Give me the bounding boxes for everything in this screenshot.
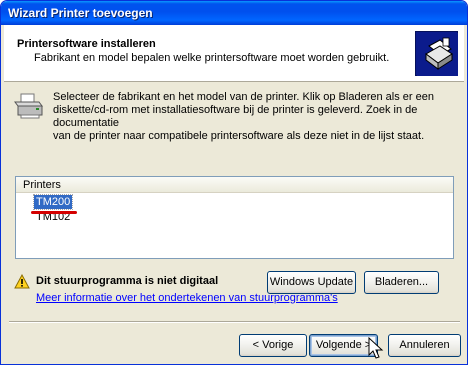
window-title: Wizard Printer toevoegen: [8, 6, 153, 20]
red-annotation-underline: [31, 211, 77, 214]
footer-divider: [9, 321, 460, 323]
windows-update-button[interactable]: Windows Update: [267, 271, 356, 294]
header-subtitle: Fabrikant en model bepalen welke printer…: [34, 52, 390, 64]
browse-button[interactable]: Bladeren...: [364, 271, 439, 294]
printers-list-header[interactable]: Printers: [16, 177, 453, 193]
back-button[interactable]: < Vorige: [239, 334, 307, 357]
wizard-window: Wizard Printer toevoegen Printersoftware…: [0, 0, 468, 365]
intro-line: diskette/cd-rom met installatiesoftware …: [53, 104, 418, 129]
mouse-cursor-icon: [367, 336, 387, 361]
printer-wizard-icon: [415, 31, 458, 76]
wizard-header: Printersoftware installeren Fabrikant en…: [4, 25, 464, 82]
warning-icon: [14, 273, 30, 290]
intro-line: van de printer naar compatibele printers…: [53, 130, 425, 142]
printers-list[interactable]: Printers TM200 TM102: [15, 176, 454, 259]
intro-line: Selecteer de fabrikant en het model van …: [53, 91, 434, 103]
cancel-button[interactable]: Annuleren: [388, 334, 461, 357]
list-item-tm200[interactable]: TM200: [32, 194, 74, 210]
unsigned-driver-warning: Dit stuurprogramma is niet digitaal: [36, 275, 219, 287]
intro-text: Selecteer de fabrikant en het model van …: [53, 91, 453, 143]
printers-column-label: Printers: [23, 179, 61, 191]
printer-icon: [12, 93, 44, 119]
title-bar[interactable]: Wizard Printer toevoegen: [1, 1, 467, 25]
header-title: Printersoftware installeren: [17, 38, 156, 50]
